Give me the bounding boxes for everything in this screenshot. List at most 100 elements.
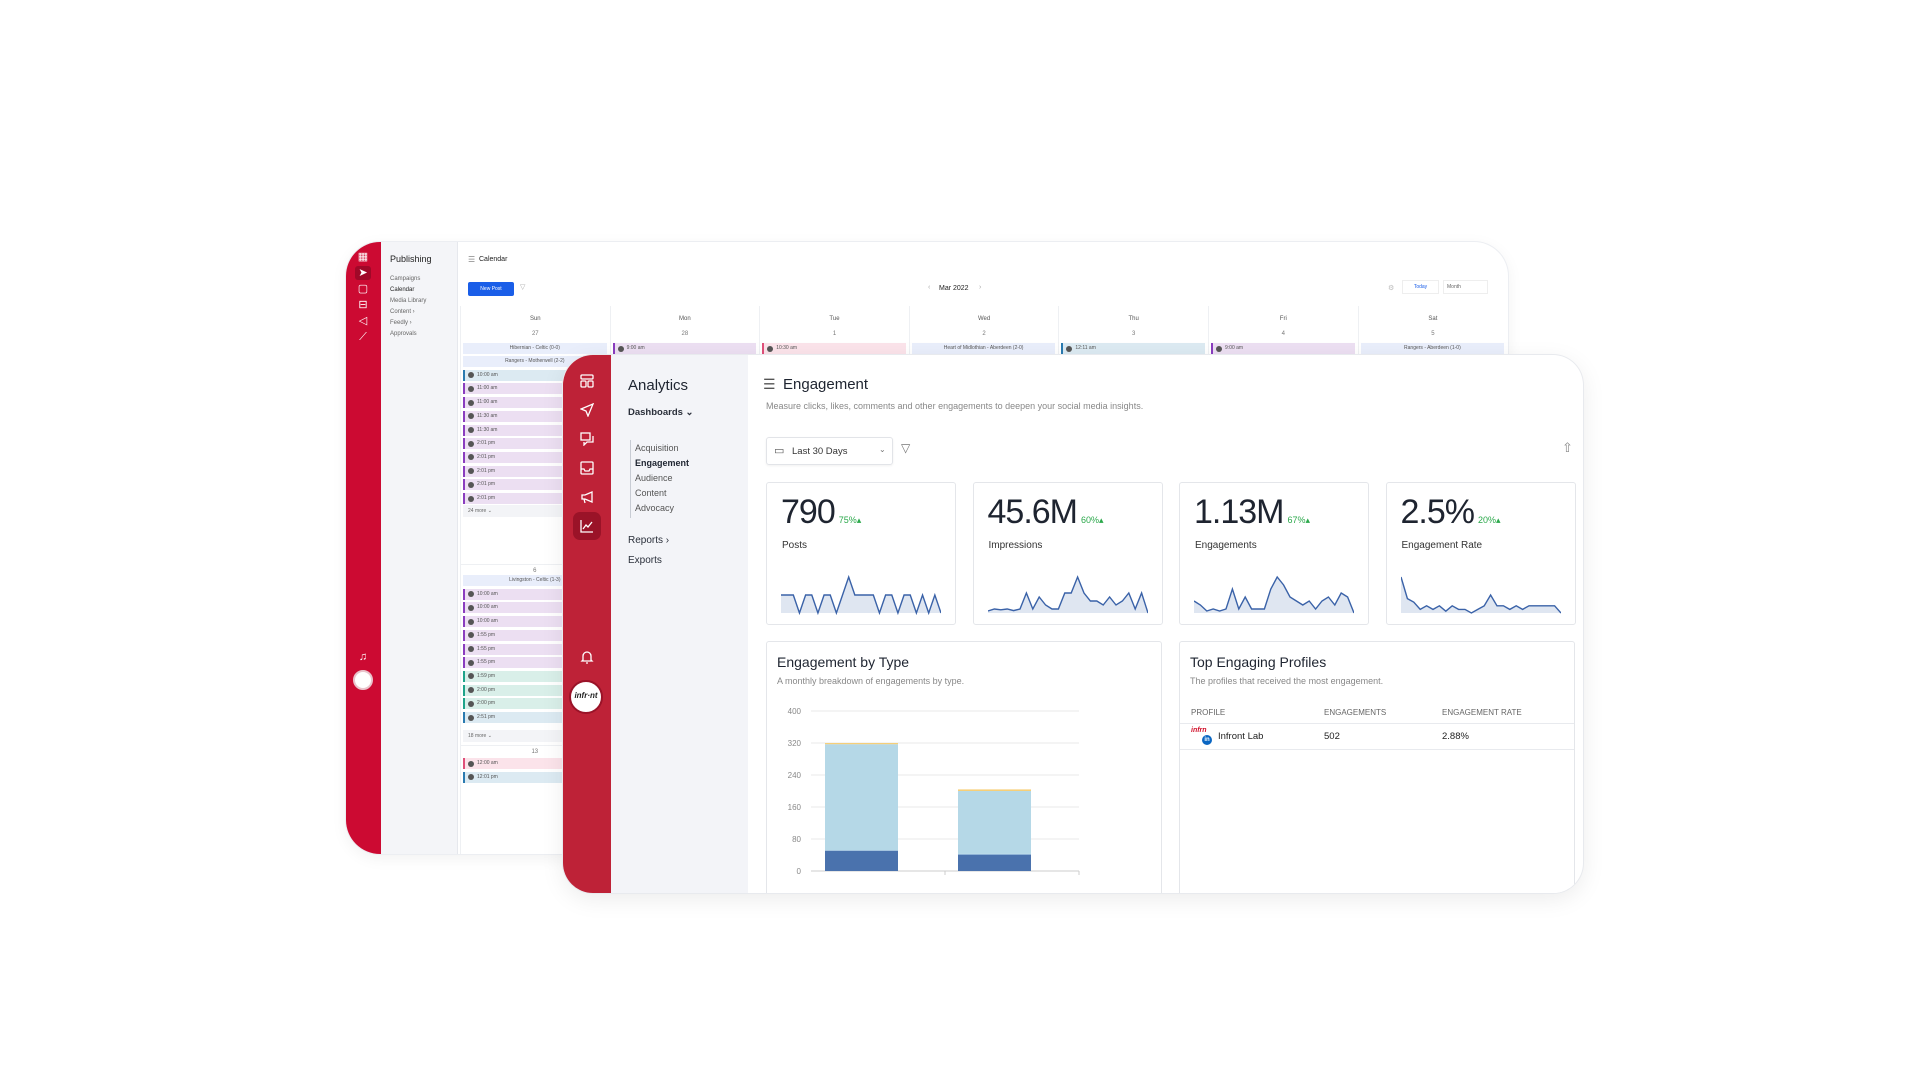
bar-segment[interactable]	[958, 791, 1031, 854]
nav-subline	[630, 440, 631, 518]
nav-dashboards[interactable]: Dashboards ⌄	[628, 407, 694, 418]
bar-segment[interactable]	[958, 855, 1031, 871]
inbox-icon[interactable]	[573, 454, 601, 482]
publishing-nav-item[interactable]: Media Library	[390, 298, 426, 304]
nav-sub-item[interactable]: Advocacy	[635, 503, 674, 513]
avatar-infront-logo[interactable]: infr·nt	[569, 680, 603, 714]
menu-icon[interactable]: ☰	[763, 376, 776, 393]
chat-icon[interactable]	[573, 425, 601, 453]
prev-month-button[interactable]: ‹	[928, 284, 930, 291]
publishing-nav: Publishing Campaigns Calendar Media Librar…	[381, 242, 458, 854]
kpi-delta: 60%▴	[1081, 515, 1104, 525]
kpi-delta: 20%▴	[1478, 515, 1501, 525]
profile-engagements: 502	[1324, 731, 1340, 742]
nav-exports[interactable]: Exports	[628, 555, 662, 566]
megaphone-icon[interactable]	[573, 483, 601, 511]
engagement-by-type-card: Engagement by Type A monthly breakdown o…	[766, 641, 1162, 893]
nav-sub-item[interactable]: Audience	[635, 473, 673, 483]
y-tick-label: 240	[788, 771, 802, 780]
inbox-icon[interactable]: ⊟	[355, 298, 371, 312]
calendar-event[interactable]: 9:00 am	[612, 343, 757, 354]
kpi-sparkline	[987, 575, 1148, 614]
chevron-down-icon: ⌄	[879, 445, 886, 454]
bar-segment[interactable]	[958, 853, 1031, 855]
analytics-window: infr·nt Analytics Dashboards ⌄ Acquisiti…	[563, 355, 1583, 893]
day-number: 27	[531, 331, 539, 337]
day-name: Mon	[679, 316, 691, 322]
kpi-label: Engagement Rate	[1401, 540, 1483, 551]
kpi-label: Posts	[782, 540, 808, 551]
publishing-nav-item[interactable]: Approvals	[390, 331, 417, 337]
kpi-number: 1.13M	[1194, 493, 1284, 531]
day-number: 5	[1431, 331, 1435, 337]
avatar[interactable]	[353, 670, 373, 690]
calendar-event[interactable]: 12:11 am	[1061, 343, 1205, 354]
bar-segment[interactable]	[958, 789, 1031, 791]
publishing-sidebar-rail: ▦ ➤ ▢ ⊟ ◁ ⟋ ♫	[346, 242, 381, 854]
bar-segment[interactable]	[825, 851, 898, 871]
send-icon[interactable]: ➤	[355, 266, 371, 280]
bell-icon[interactable]	[573, 643, 601, 671]
bell-icon[interactable]: ♫	[355, 650, 371, 664]
analytics-nav: Analytics Dashboards ⌄ Acquisition Engage…	[611, 355, 748, 893]
kpi-sparkline	[1400, 576, 1561, 614]
calendar-event[interactable]: Hibernian - Celtic (0-0)	[463, 343, 607, 354]
next-month-button[interactable]: ›	[979, 284, 981, 291]
nav-reports[interactable]: Reports ›	[628, 535, 669, 546]
chart-icon[interactable]: ⟋	[355, 330, 371, 344]
analytics-chart-icon[interactable]	[573, 512, 601, 540]
new-post-button[interactable]: New Post	[468, 282, 514, 296]
y-tick-label: 0	[797, 867, 802, 876]
calendar-event[interactable]: Heart of Midlothian - Aberdeen (2-0)	[911, 343, 1056, 354]
calendar-header: ☰ Calendar New Post ▽ ‹ Mar 2022 › ⚙ Tod…	[458, 242, 1508, 300]
dashboard-icon[interactable]	[573, 367, 601, 395]
publishing-nav-item[interactable]: Campaigns	[390, 276, 420, 282]
profile-logo: infrn	[1191, 727, 1207, 734]
filter-icon[interactable]: ▽	[901, 441, 910, 455]
bar-segment[interactable]	[825, 743, 898, 745]
publishing-nav-item[interactable]: Calendar	[390, 287, 414, 293]
megaphone-icon[interactable]: ◁	[355, 314, 371, 328]
chat-icon[interactable]: ▢	[355, 282, 371, 296]
profile-engagement-rate: 2.88%	[1442, 731, 1469, 742]
settings-icon[interactable]: ⚙	[1388, 284, 1394, 292]
calendar-event[interactable]: 9:00 am	[1211, 343, 1355, 354]
calendar-event[interactable]: 10:30 am	[762, 343, 906, 354]
publishing-nav-item[interactable]: Feedly ›	[390, 320, 412, 326]
table-row[interactable]: infrn in Infront Lab 502 2.88%	[1180, 724, 1574, 750]
kpi-card: 790 75%▴ Posts	[766, 482, 956, 625]
calendar-title: Calendar	[479, 256, 508, 263]
nav-sub-item[interactable]: Acquisition	[635, 443, 679, 453]
nav-sub-item[interactable]: Engagement	[635, 458, 689, 468]
export-icon[interactable]: ⇧	[1562, 440, 1573, 456]
date-range-select[interactable]: ▭ Last 30 Days ⌄	[766, 437, 893, 465]
y-tick-label: 400	[788, 707, 802, 716]
page-description: Measure clicks, likes, comments and othe…	[766, 401, 1144, 411]
day-number: 2	[982, 331, 986, 337]
nav-sub-item[interactable]: Content	[635, 488, 667, 498]
day-number: 3	[1132, 331, 1136, 337]
kpi-label: Impressions	[988, 540, 1043, 551]
kpi-card: 1.13M 67%▴ Engagements	[1179, 482, 1369, 625]
send-icon[interactable]	[573, 396, 601, 424]
date-range-value: Last 30 Days	[792, 446, 848, 457]
analytics-title: Analytics	[628, 377, 689, 394]
calendar-event[interactable]: Rangers - Aberdeen (1-0)	[1360, 343, 1505, 354]
card-subtitle: The profiles that received the most enga…	[1190, 676, 1384, 686]
dashboard-icon[interactable]: ▦	[355, 250, 371, 264]
day-name: Wed	[977, 316, 991, 322]
kpi-value: 2.5% 20%▴	[1401, 493, 1501, 532]
filter-icon[interactable]: ▽	[520, 283, 525, 291]
kpi-value: 1.13M 67%▴	[1194, 493, 1310, 532]
kpi-number: 2.5%	[1400, 493, 1475, 531]
today-button[interactable]: Today	[1402, 280, 1439, 294]
kpi-delta: 75%▴	[838, 515, 862, 525]
month-label: Mar 2022	[939, 285, 969, 292]
kpi-card: 45.6M 60%▴ Impressions	[972, 482, 1163, 625]
bar-segment[interactable]	[825, 850, 898, 851]
view-select[interactable]: Month	[1443, 280, 1488, 294]
menu-icon[interactable]: ☰	[468, 255, 475, 264]
publishing-nav-item[interactable]: Content ›	[390, 309, 415, 315]
kpi-number: 45.6M	[987, 493, 1078, 531]
bar-segment[interactable]	[825, 744, 898, 851]
